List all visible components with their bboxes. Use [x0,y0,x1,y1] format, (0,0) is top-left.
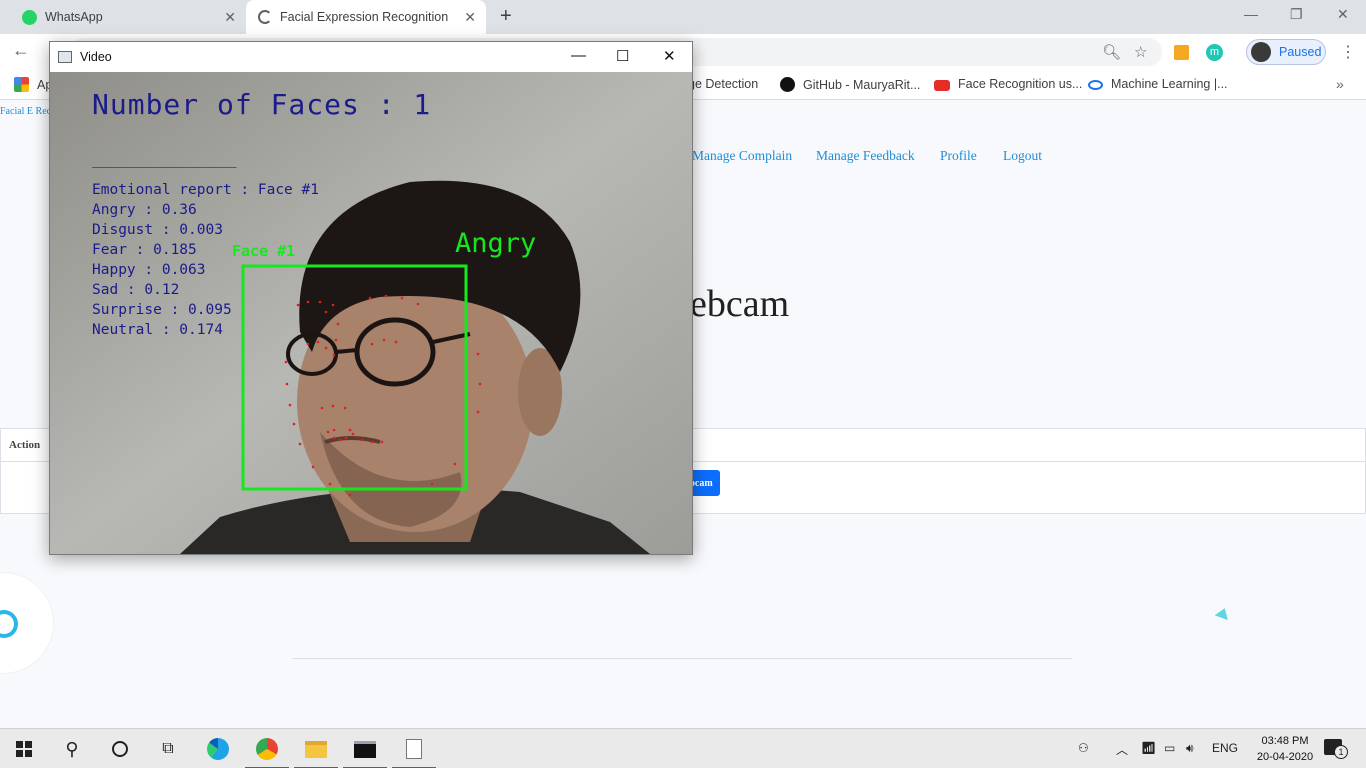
maximize-icon[interactable]: ☐ [616,47,629,65]
wifi-icon[interactable]: 📶︎ [1141,741,1156,755]
file-explorer-button[interactable] [292,729,340,768]
video-window: Video — ☐ ✕ Number of Faces: 1 ________… [49,41,693,555]
faces-count-text: Number of Faces : 1 [92,88,432,121]
notification-center[interactable]: 1 [1324,739,1348,759]
minimize-icon[interactable]: — [1244,6,1258,22]
menu-icon[interactable]: ⋮ [1340,42,1356,62]
chat-widget-spinner[interactable] [0,572,54,674]
window-icon [58,51,72,63]
search-icon: ⚲ [65,738,79,759]
restore-icon[interactable]: ❐ [1290,6,1303,23]
minimize-icon[interactable]: — [571,47,586,64]
face-label: Face #1 [232,242,296,260]
chevron-up-icon[interactable]: ︿ [1116,741,1128,758]
cortana-icon [112,741,128,757]
bookmark-apps[interactable]: Ap [14,77,52,92]
nav-manage-feedback[interactable]: Manage Feedback [816,148,915,164]
taskbar: ⚲ ⧉ ⚇ ︿ 📶︎ ▭ 🔊︎ ENG 03:48 PM 20-04-2020 … [0,728,1366,768]
new-tab-icon[interactable]: + [500,5,512,28]
github-icon [780,77,795,92]
bookmark-edge-detection[interactable]: ge Detection [688,77,758,91]
clock-date: 20-04-2020 [1256,751,1314,763]
detected-emotion-label: Angry [455,228,537,259]
cortana-button[interactable] [96,729,144,768]
profile-status: Paused [1279,45,1322,59]
nav-logout[interactable]: Logout [1003,148,1042,164]
extension-icon[interactable] [1174,45,1189,60]
avatar [1251,42,1271,62]
nav-manage-complain[interactable]: Manage Complain [692,148,792,164]
task-view-icon: ⧉ [162,740,174,757]
terminal-icon [354,740,376,758]
bookmark-machine-learning[interactable]: Machine Learning |... [1088,77,1228,91]
back-arrow-icon[interactable]: ← [12,40,30,61]
clock-time: 03:48 PM [1261,735,1309,747]
webcam-frame: Number of Faces : 1 ________________ Emo… [50,72,692,554]
tab-title: WhatsApp [45,10,103,24]
emotion-report: Emotional report : Face #1 Angry : 0.36 … [92,180,319,340]
language-indicator[interactable]: ENG [1212,741,1238,755]
link-icon [1088,80,1103,90]
loading-icon [258,10,272,24]
close-icon[interactable]: ✕ [663,47,676,65]
windows-icon [16,741,32,757]
emotion-angry: Angry : 0.36 [92,202,197,218]
emotion-surprise: Surprise : 0.095 [92,302,232,318]
edge-button[interactable] [194,729,242,768]
chrome-icon [256,738,278,760]
emotion-disgust: Disgust : 0.003 [92,222,223,238]
report-divider: ________________ [92,150,237,168]
clock[interactable]: 03:48 PM 20-04-2020 [1246,733,1324,765]
whatsapp-icon [22,9,37,25]
zoom-icon[interactable]: 🔍︎ [1102,43,1121,61]
chrome-button[interactable] [243,729,291,768]
apps-grid-icon [14,77,29,92]
bookmark-star-icon[interactable]: ☆ [1134,43,1147,61]
emotion-sad: Sad : 0.12 [92,282,180,298]
task-view-button[interactable]: ⧉ [144,729,192,768]
more-bookmarks-icon[interactable]: » [1336,76,1344,92]
report-title: Emotional report : Face #1 [92,182,319,198]
footer-divider [292,658,1072,659]
document-icon [406,739,422,759]
bookmark-github[interactable]: GitHub - MauryaRit... [780,77,920,92]
battery-icon[interactable]: ▭ [1164,741,1175,755]
triangle-decoration [1214,605,1232,621]
tab-whatsapp[interactable]: WhatsApp ✕ [8,0,246,34]
video-titlebar[interactable]: Video — ☐ ✕ [50,42,692,72]
profile-button[interactable]: Paused [1246,39,1326,65]
close-window-icon[interactable]: ✕ [1337,6,1349,23]
nav-profile[interactable]: Profile [940,148,977,164]
youtube-icon [934,79,950,91]
table-header-action: Action [9,439,41,451]
close-tab-icon[interactable]: ✕ [464,9,476,26]
extension-m-icon[interactable]: m [1206,44,1223,61]
notepad-button[interactable] [390,729,438,768]
start-button[interactable] [0,729,48,768]
bookmark-face-recognition[interactable]: Face Recognition us... [934,77,1082,91]
volume-icon[interactable]: 🔊︎ [1186,741,1194,756]
search-button[interactable]: ⚲ [48,729,96,768]
tab-title: Facial Expression Recognition [280,10,449,24]
notification-badge: 1 [1334,745,1348,759]
close-tab-icon[interactable]: ✕ [224,9,236,26]
people-icon[interactable]: ⚇ [1078,741,1089,755]
tab-facial-expression[interactable]: Facial Expression Recognition ✕ [246,0,486,34]
edge-icon [207,738,229,760]
page-heading: ebcam [690,283,790,325]
tab-strip: WhatsApp ✕ Facial Expression Recognition… [0,0,1366,34]
emotion-happy: Happy : 0.063 [92,262,206,278]
folder-icon [305,740,327,758]
video-window-title: Video [80,50,112,64]
emotion-neutral: Neutral : 0.174 [92,322,223,338]
terminal-button[interactable] [341,729,389,768]
